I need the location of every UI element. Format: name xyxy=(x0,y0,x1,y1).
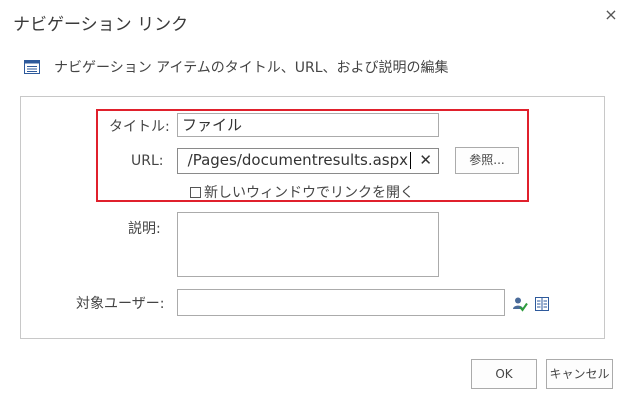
close-icon[interactable]: × xyxy=(604,7,618,23)
description-field[interactable] xyxy=(177,212,439,277)
title-label: タイトル: xyxy=(109,119,170,135)
check-names-icon[interactable] xyxy=(512,296,528,312)
new-window-label: 新しいウィンドウでリンクを開く xyxy=(204,185,414,201)
ok-button[interactable]: OK xyxy=(471,359,537,389)
text-caret xyxy=(410,152,411,169)
audience-field[interactable] xyxy=(177,289,505,316)
subheading-text: ナビゲーション アイテムのタイトル、URL、および説明の編集 xyxy=(54,60,449,76)
list-icon xyxy=(24,60,40,74)
cancel-button[interactable]: キャンセル xyxy=(546,359,613,389)
dialog-title: ナビゲーション リンク xyxy=(13,15,189,35)
address-book-icon[interactable] xyxy=(534,296,550,312)
new-window-option[interactable]: 新しいウィンドウでリンクを開く xyxy=(190,182,414,202)
title-field[interactable]: ファイル xyxy=(177,113,439,137)
url-field[interactable]: /Pages/documentresults.aspx ✕ xyxy=(177,148,439,174)
subheading: ナビゲーション アイテムのタイトル、URL、および説明の編集 xyxy=(24,57,449,77)
browse-button[interactable]: 参照... xyxy=(455,147,519,174)
clear-url-icon[interactable]: ✕ xyxy=(419,149,432,171)
audience-label: 対象ユーザー: xyxy=(76,296,165,312)
navigation-link-dialog: ナビゲーション リンク × ナビゲーション アイテムのタイトル、URL、および説… xyxy=(0,0,629,407)
title-field-value: ファイル xyxy=(182,116,243,134)
new-window-checkbox[interactable] xyxy=(190,186,201,198)
description-label: 説明: xyxy=(128,221,161,237)
url-field-value: /Pages/documentresults.aspx xyxy=(187,151,408,169)
url-label: URL: xyxy=(131,153,164,169)
